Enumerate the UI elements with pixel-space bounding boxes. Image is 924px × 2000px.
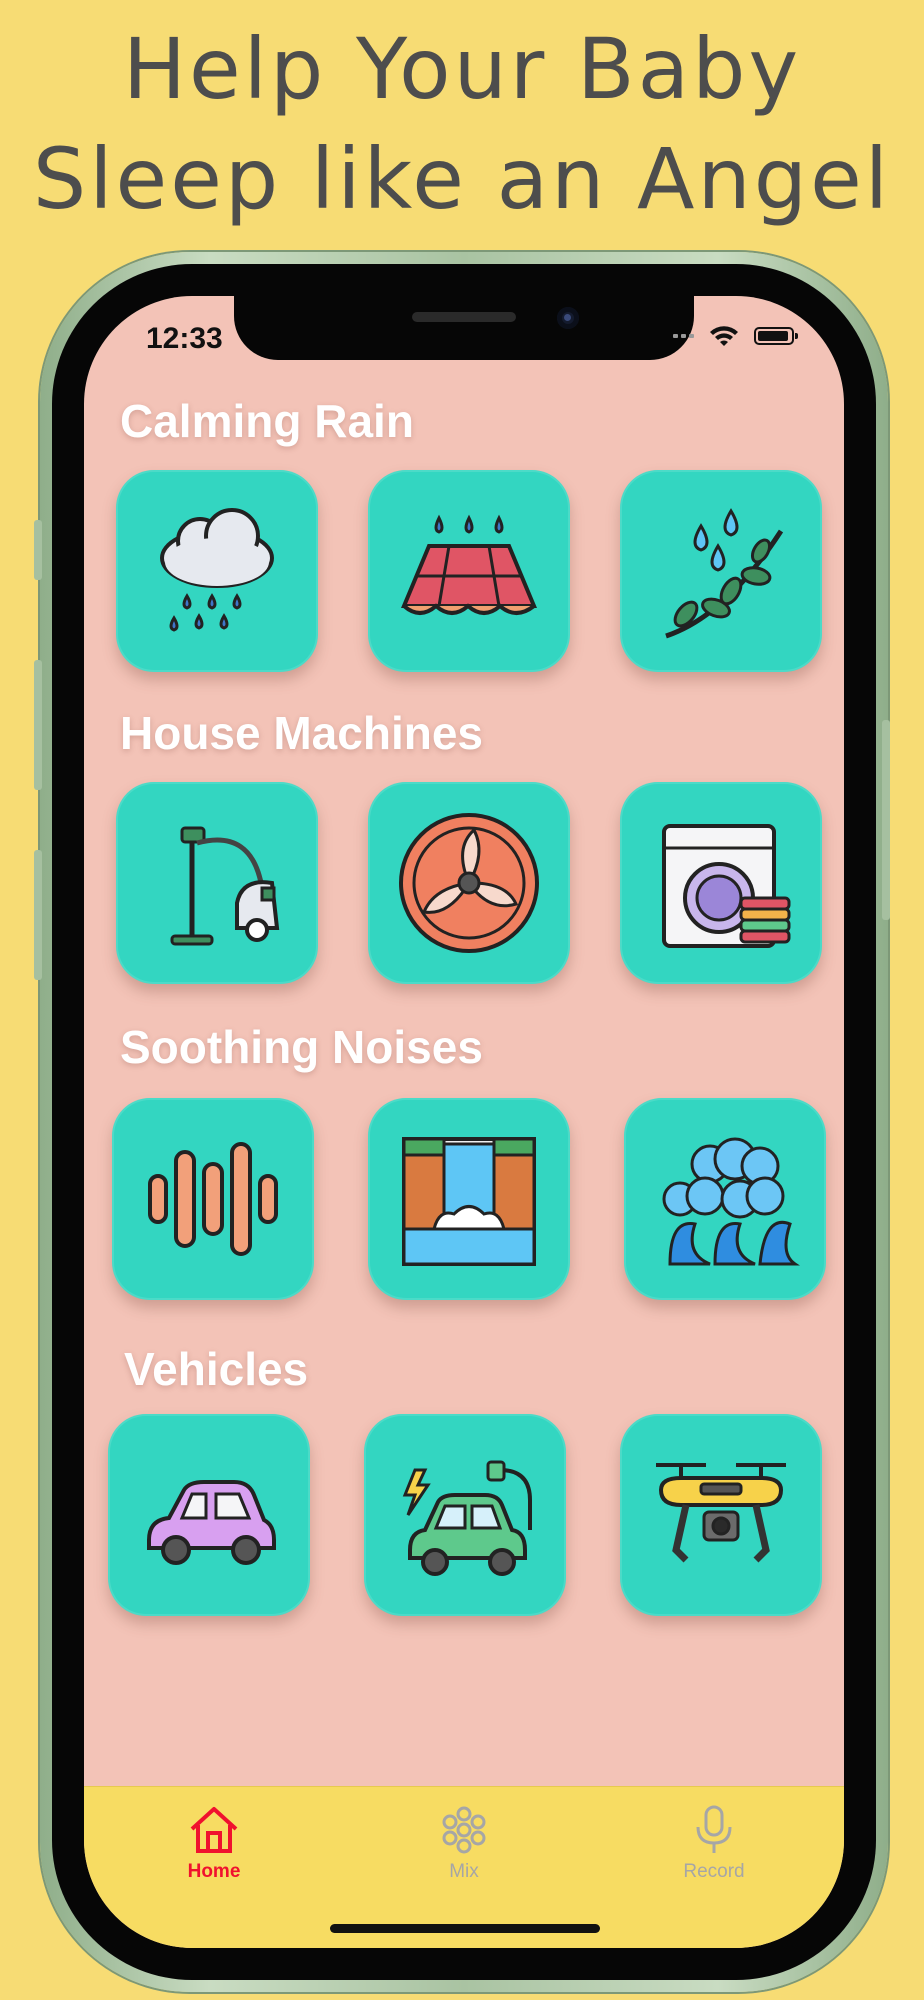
wifi-icon (710, 326, 738, 346)
section-title-soothing-noises: Soothing Noises (120, 1021, 483, 1073)
sound-tile-car[interactable] (108, 1414, 310, 1616)
sound-tile-rain-on-leaves[interactable] (620, 470, 822, 672)
tab-home-label: Home (187, 1861, 241, 1882)
app-screen: 12:33 Calming Rain House Machines Soothi… (84, 296, 844, 1948)
notch (234, 296, 694, 360)
side-button (34, 660, 42, 790)
cellular-icon (673, 334, 694, 338)
side-button (882, 720, 890, 920)
sound-tile-ocean-waves[interactable] (624, 1098, 826, 1300)
sound-tile-rain-on-roof[interactable] (368, 470, 570, 672)
ocean-waves-icon (662, 1137, 800, 1266)
tab-record-label: Record (683, 1861, 745, 1882)
vacuum-cleaner-icon (170, 826, 280, 946)
sound-tile-drone[interactable] (620, 1414, 822, 1616)
status-time: 12:33 (146, 322, 223, 355)
sound-tile-waterfall[interactable] (368, 1098, 570, 1300)
section-title-house-machines: House Machines (120, 707, 483, 759)
home-icon (190, 1807, 238, 1853)
speaker (412, 312, 516, 322)
sound-wave-icon (148, 1142, 278, 1256)
washing-machine-icon (662, 824, 791, 948)
status-icons (673, 324, 798, 348)
home-indicator[interactable] (330, 1924, 600, 1933)
electric-car-icon (402, 1460, 532, 1576)
front-camera (557, 307, 579, 329)
side-button (34, 520, 42, 580)
section-title-vehicles: Vehicles (124, 1343, 309, 1395)
rain-on-leaves-icon (665, 508, 784, 639)
waterfall-icon (402, 1137, 536, 1266)
rain-cloud-icon (160, 508, 274, 632)
sound-tile-electric-car[interactable] (364, 1414, 566, 1616)
tab-mix[interactable]: Mix (404, 1805, 524, 1883)
drone-icon (656, 1463, 786, 1563)
tab-home[interactable]: Home (154, 1805, 274, 1883)
mix-icon (442, 1806, 486, 1854)
headline-line-2: Sleep like an Angel (32, 130, 892, 228)
side-button (34, 850, 42, 980)
section-title-calming-rain: Calming Rain (120, 395, 414, 447)
battery-icon (754, 327, 798, 345)
sound-tile-washing-machine[interactable] (620, 782, 822, 984)
headline-line-1: Help Your Baby (122, 20, 802, 118)
tab-mix-label: Mix (449, 1861, 479, 1882)
microphone-icon (696, 1805, 732, 1853)
sound-tile-fan[interactable] (368, 782, 570, 984)
fan-icon (399, 813, 539, 953)
car-icon (147, 1480, 276, 1565)
sound-tile-vacuum-cleaner[interactable] (116, 782, 318, 984)
tab-record[interactable]: Record (654, 1805, 774, 1883)
rain-on-roof-icon (401, 514, 537, 615)
sound-tile-rain-cloud[interactable] (116, 470, 318, 672)
sound-tile-sound-wave[interactable] (112, 1098, 314, 1300)
